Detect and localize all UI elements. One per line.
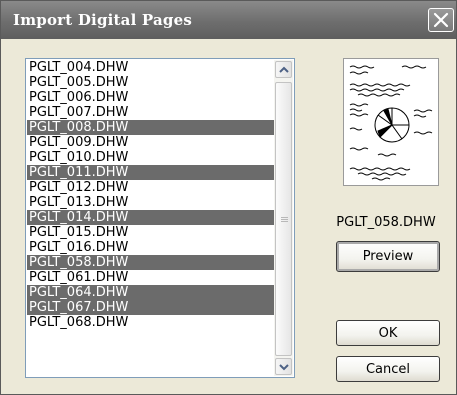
window-title: Import Digital Pages bbox=[13, 11, 192, 29]
scroll-up-button[interactable] bbox=[275, 61, 292, 78]
cancel-button[interactable]: Cancel bbox=[336, 356, 440, 382]
import-digital-pages-dialog: Import Digital Pages PGLT_004.DHW PGLT_00… bbox=[0, 0, 457, 395]
file-list-item[interactable]: PGLT_015.DHW bbox=[27, 225, 274, 240]
file-list-item[interactable]: PGLT_014.DHW bbox=[27, 210, 274, 225]
file-list-items: PGLT_004.DHW PGLT_005.DHW PGLT_006.DHW PGLT… bbox=[27, 60, 274, 330]
file-list-item[interactable]: PGLT_067.DHW bbox=[27, 300, 274, 315]
close-icon bbox=[433, 12, 449, 28]
scroll-down-icon bbox=[279, 364, 289, 371]
file-list-item[interactable]: PGLT_011.DHW bbox=[27, 165, 274, 180]
scroll-thumb[interactable] bbox=[275, 82, 292, 356]
thumb-grip-line bbox=[281, 217, 288, 218]
vertical-scrollbar[interactable] bbox=[274, 60, 293, 376]
file-list-item[interactable]: PGLT_007.DHW bbox=[27, 105, 274, 120]
title-bar[interactable]: Import Digital Pages bbox=[1, 1, 456, 39]
file-list-item[interactable]: PGLT_058.DHW bbox=[27, 255, 274, 270]
preview-filename: PGLT_058.DHW bbox=[336, 215, 436, 230]
page-preview-thumbnail bbox=[343, 58, 439, 186]
file-list-item[interactable]: PGLT_008.DHW bbox=[27, 120, 274, 135]
file-list-item[interactable]: PGLT_068.DHW bbox=[27, 315, 274, 330]
file-list-item[interactable]: PGLT_013.DHW bbox=[27, 195, 274, 210]
file-list-item[interactable]: PGLT_004.DHW bbox=[27, 60, 274, 75]
file-list-item[interactable]: PGLT_006.DHW bbox=[27, 90, 274, 105]
preview-button[interactable]: Preview bbox=[336, 241, 440, 272]
file-list-item[interactable]: PGLT_061.DHW bbox=[27, 270, 274, 285]
file-list-item[interactable]: PGLT_010.DHW bbox=[27, 150, 274, 165]
file-list-item[interactable]: PGLT_064.DHW bbox=[27, 285, 274, 300]
ok-button[interactable]: OK bbox=[336, 320, 440, 346]
thumb-grip-line bbox=[281, 221, 288, 222]
file-list-item[interactable]: PGLT_016.DHW bbox=[27, 240, 274, 255]
scroll-down-button[interactable] bbox=[275, 358, 292, 375]
file-list-item[interactable]: PGLT_009.DHW bbox=[27, 135, 274, 150]
file-list-item[interactable]: PGLT_012.DHW bbox=[27, 180, 274, 195]
file-list-item[interactable]: PGLT_005.DHW bbox=[27, 75, 274, 90]
scroll-up-icon bbox=[279, 66, 289, 73]
thumb-grip-line bbox=[281, 219, 288, 220]
handwritten-page-image bbox=[349, 65, 433, 181]
close-button[interactable] bbox=[428, 8, 454, 32]
file-list[interactable]: PGLT_004.DHW PGLT_005.DHW PGLT_006.DHW PGLT… bbox=[25, 58, 295, 378]
